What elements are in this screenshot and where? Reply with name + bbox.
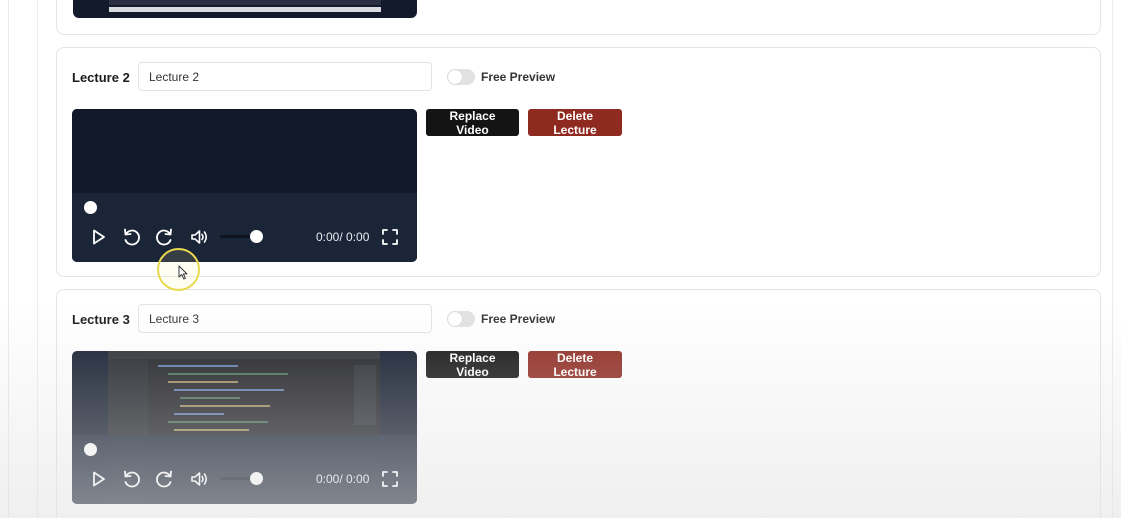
toggle-knob (448, 312, 462, 326)
free-preview-toggle[interactable] (447, 311, 475, 327)
lecture-label: Lecture 3 (72, 312, 130, 327)
page-rail (8, 0, 9, 518)
time-display: 0:00/ 0:00 (316, 472, 370, 486)
mouse-cursor-icon (178, 265, 188, 280)
volume-icon[interactable] (188, 468, 210, 490)
toggle-knob (448, 70, 462, 84)
lecture-label: Lecture 2 (72, 70, 130, 85)
replace-video-button[interactable]: Replace Video (426, 351, 519, 379)
fullscreen-icon[interactable] (379, 226, 401, 248)
lecture-title-input[interactable] (138, 304, 432, 333)
video-player-previous[interactable] (73, 0, 417, 18)
progress-scrubber[interactable] (84, 201, 97, 214)
rewind-icon[interactable] (120, 468, 142, 490)
lecture-title-input[interactable] (138, 62, 432, 91)
forward-icon[interactable] (154, 226, 176, 248)
time-display: 0:00/ 0:00 (316, 230, 370, 244)
play-icon[interactable] (87, 226, 109, 248)
delete-lecture-button[interactable]: Delete Lecture (528, 351, 622, 379)
lecture-card-previous (56, 0, 1101, 35)
volume-knob[interactable] (250, 230, 263, 243)
delete-lecture-button[interactable]: Delete Lecture (528, 109, 622, 137)
lecture-card-3: Lecture 3 Free Preview (56, 289, 1101, 518)
free-preview-label: Free Preview (481, 312, 556, 326)
video-player[interactable]: 0:00/ 0:00 (72, 109, 417, 262)
volume-knob[interactable] (250, 472, 263, 485)
forward-icon[interactable] (154, 468, 176, 490)
progress-scrubber[interactable] (84, 443, 97, 456)
free-preview-toggle[interactable] (447, 69, 475, 85)
lecture-card-2: Lecture 2 Free Preview 0:00/ 0:00 (56, 47, 1101, 277)
free-preview-label: Free Preview (481, 70, 556, 84)
video-player[interactable]: 0:00/ 0:00 (72, 351, 417, 504)
course-lectures-page: Lecture 2 Free Preview 0:00/ 0:00 (0, 0, 1121, 518)
fullscreen-icon[interactable] (379, 468, 401, 490)
replace-video-button[interactable]: Replace Video (426, 109, 519, 137)
rewind-icon[interactable] (120, 226, 142, 248)
play-icon[interactable] (87, 468, 109, 490)
volume-icon[interactable] (188, 226, 210, 248)
video-screen[interactable] (72, 109, 417, 193)
